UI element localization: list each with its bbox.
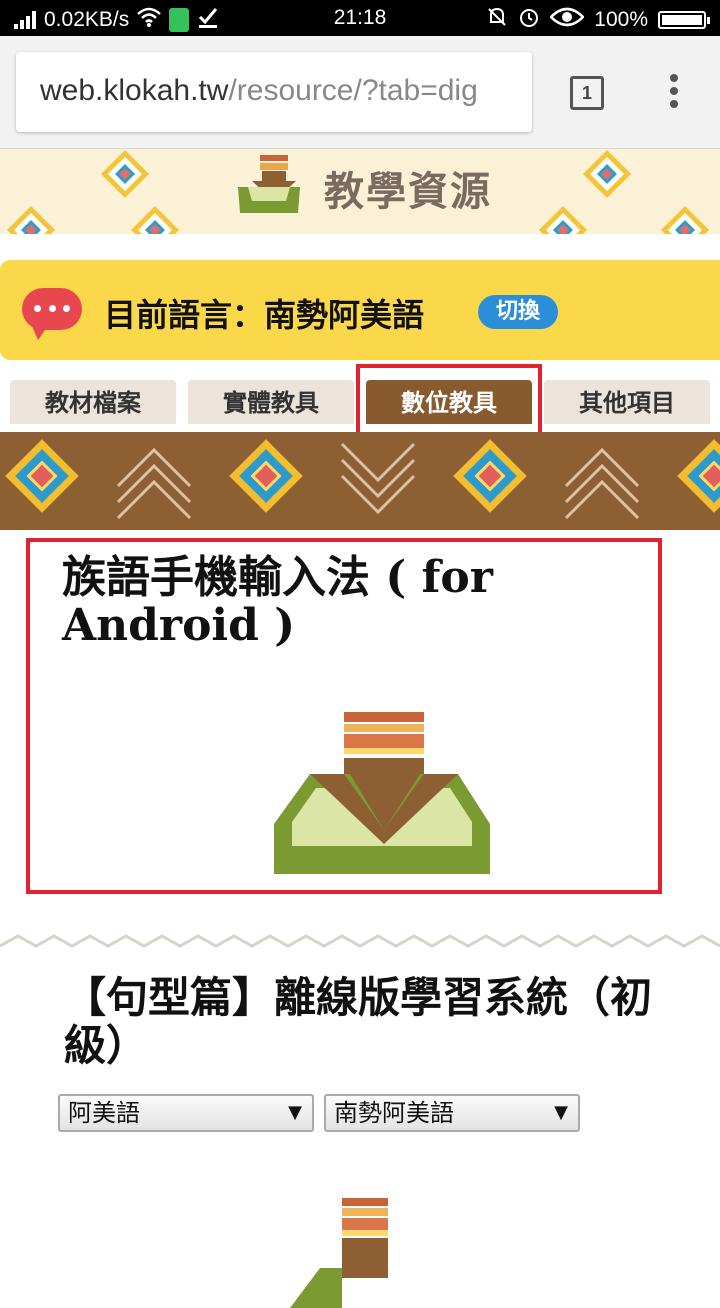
language-bar: 目前語言：南勢阿美語 切換 bbox=[0, 260, 720, 360]
page-title: 教學資源 bbox=[324, 169, 492, 215]
section-title: 【句型篇】離線版學習系統（初級） bbox=[64, 973, 653, 1070]
alarm-icon bbox=[518, 6, 540, 34]
diamond-decoration bbox=[229, 439, 303, 513]
diamond-decoration bbox=[5, 439, 79, 513]
switch-language-button[interactable]: 切換 bbox=[478, 295, 558, 329]
diamond-decoration bbox=[453, 439, 527, 513]
select-value: 阿美語 bbox=[68, 1099, 140, 1127]
language-family-select[interactable]: 阿美語 ▼ bbox=[58, 1094, 314, 1132]
tab-highlight-box bbox=[356, 364, 542, 440]
resource-card-input-method[interactable]: 族語手機輸入法 ( for Android ) bbox=[26, 538, 662, 894]
eye-icon bbox=[549, 7, 586, 33]
tab-switcher-button[interactable]: 1 bbox=[570, 76, 604, 110]
diamond-decoration bbox=[100, 149, 150, 199]
url-host: web.klokah.tw bbox=[40, 74, 229, 107]
overflow-menu-icon[interactable] bbox=[664, 74, 684, 114]
url-path: /resource/?tab=dig bbox=[228, 74, 478, 107]
browser-toolbar: web.klokah.tw/resource/?tab=dig 1 bbox=[0, 36, 720, 149]
download-tray-icon bbox=[238, 155, 300, 213]
current-language-label: 目前語言：南勢阿美語 bbox=[104, 296, 425, 334]
battery-percent: 100% bbox=[594, 8, 648, 31]
tab-physical-aids[interactable]: 實體教具 bbox=[188, 380, 354, 424]
decorative-band bbox=[0, 432, 720, 530]
status-bar: 0.02KB/s 21:18 100% bbox=[0, 0, 720, 36]
dialect-select[interactable]: 南勢阿美語 ▼ bbox=[324, 1094, 580, 1132]
diamond-decoration bbox=[6, 205, 56, 234]
download-tray-icon[interactable] bbox=[290, 1198, 440, 1308]
chevron-down-decoration bbox=[340, 442, 416, 515]
diamond-decoration bbox=[130, 205, 180, 234]
diamond-decoration bbox=[582, 149, 632, 199]
tab-materials[interactable]: 教材檔案 bbox=[10, 380, 176, 424]
dropdown-arrow-icon: ▼ bbox=[554, 1102, 568, 1123]
dropdown-arrow-icon: ▼ bbox=[288, 1102, 302, 1123]
diamond-decoration bbox=[677, 439, 720, 513]
address-bar[interactable]: web.klokah.tw/resource/?tab=dig bbox=[16, 52, 532, 132]
chat-bubble-icon bbox=[22, 288, 82, 340]
select-value: 南勢阿美語 bbox=[334, 1099, 454, 1127]
header-banner: 教學資源 bbox=[0, 149, 720, 234]
battery-icon bbox=[658, 11, 710, 29]
card-title[interactable]: 族語手機輸入法 ( for Android ) bbox=[62, 554, 622, 650]
download-tray-icon[interactable] bbox=[274, 712, 490, 874]
diamond-decoration bbox=[660, 205, 710, 234]
chevron-up-decoration bbox=[564, 447, 640, 520]
chevron-up-decoration bbox=[116, 447, 192, 520]
zigzag-divider bbox=[0, 934, 720, 948]
diamond-decoration bbox=[538, 205, 588, 234]
tab-other-items[interactable]: 其他項目 bbox=[544, 380, 710, 424]
mute-icon bbox=[486, 6, 508, 34]
